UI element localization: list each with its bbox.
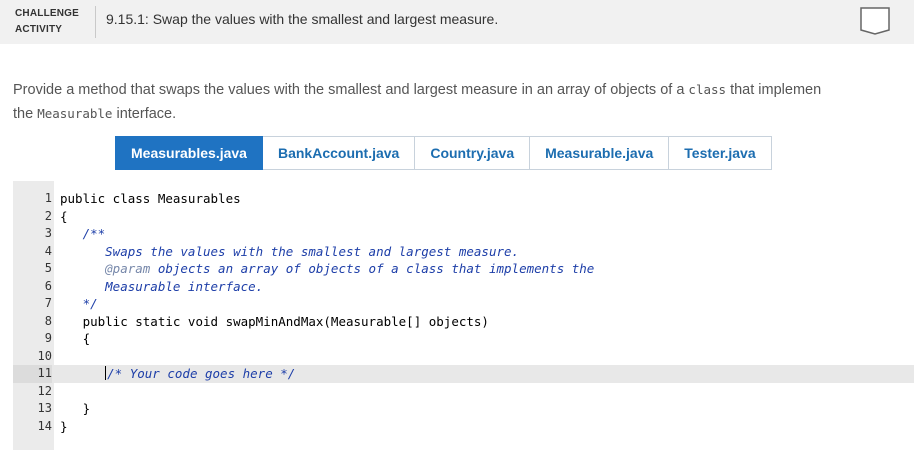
header-divider <box>95 6 96 38</box>
line-number: 5 <box>44 261 52 275</box>
code-text: /* Your code goes here */ <box>60 365 295 383</box>
code-line[interactable]: 5 @param objects an array of objects of … <box>13 260 914 278</box>
line-number: 4 <box>44 243 52 258</box>
code-line[interactable]: 2{ <box>13 208 914 226</box>
code-line[interactable]: 11 /* Your code goes here */ <box>13 365 914 383</box>
prompt-line-1: Provide a method that swaps the values w… <box>13 82 822 98</box>
activity-type-line-1: CHALLENGE <box>15 8 80 19</box>
code-line[interactable]: 7 */ <box>13 295 914 313</box>
code-line[interactable]: 12 <box>13 383 914 401</box>
prompt-line-2: the Measurable interface. <box>13 106 177 122</box>
line-number: 2 <box>44 208 52 223</box>
line-number: 6 <box>44 278 52 293</box>
code-line[interactable]: 14} <box>13 418 914 436</box>
code-text: Measurable interface. <box>60 278 264 294</box>
code-line[interactable]: 9 { <box>13 330 914 348</box>
code-text: public static void swapMinAndMax(Measura… <box>60 313 489 329</box>
code-line[interactable]: 10 <box>13 348 914 366</box>
tab-measurable-java[interactable]: Measurable.java <box>530 136 670 170</box>
code-line[interactable]: 13 } <box>13 400 914 418</box>
placeholder-comment: /* Your code goes here */ <box>107 366 296 381</box>
activity-type-line-2: ACTIVITY <box>15 24 63 35</box>
line-number: 13 <box>37 401 52 415</box>
line-number: 3 <box>44 226 52 240</box>
line-number: 1 <box>44 191 52 205</box>
code-text: } <box>60 418 68 434</box>
line-number: 11 <box>13 365 52 383</box>
tab-tester-java[interactable]: Tester.java <box>669 136 772 170</box>
completion-checkbox-icon <box>860 7 890 35</box>
line-number: 7 <box>44 296 52 310</box>
tab-bankaccount-java[interactable]: BankAccount.java <box>262 136 416 170</box>
activity-type-label: CHALLENGE ACTIVITY <box>15 6 79 38</box>
file-tabs: Measurables.java BankAccount.java Country.… <box>115 136 772 170</box>
code-line[interactable]: 1 public class Measurables <box>13 190 914 208</box>
tab-measurables-java[interactable]: Measurables.java <box>115 136 263 170</box>
code-text: { <box>60 331 91 346</box>
code-text: { <box>60 208 68 224</box>
line-number: 8 <box>44 313 52 328</box>
activity-title: 9.15.1: Swap the values with the smalles… <box>106 11 499 27</box>
line-number: 14 <box>37 418 52 433</box>
line-number: 12 <box>37 383 52 398</box>
code-line[interactable]: 3 /** <box>13 225 914 243</box>
javadoc-tag: @param <box>105 261 151 276</box>
code-line[interactable]: 6 Measurable interface. <box>13 278 914 296</box>
code-editor[interactable]: 1 public class Measurables 2{3 /** 4 Swaps … <box>13 181 914 450</box>
tab-country-java[interactable]: Country.java <box>415 136 531 170</box>
line-number: 10 <box>37 348 52 363</box>
code-text: } <box>60 401 91 416</box>
code-text: Swaps the values with the smallest and l… <box>60 243 520 259</box>
code-line[interactable]: 8 public static void swapMinAndMax(Measu… <box>13 313 914 331</box>
code-text: */ <box>60 296 98 311</box>
text-cursor <box>105 366 107 380</box>
problem-statement: Provide a method that swaps the values w… <box>13 78 913 126</box>
code-text: /** <box>60 226 106 241</box>
code-text: public class Measurables <box>60 191 241 206</box>
activity-header: CHALLENGE ACTIVITY 9.15.1: Swap the valu… <box>0 0 914 44</box>
code-line[interactable]: 4 Swaps the values with the smallest and… <box>13 243 914 261</box>
code-text: @param objects an array of objects of a … <box>105 261 595 276</box>
line-number: 9 <box>44 331 52 345</box>
